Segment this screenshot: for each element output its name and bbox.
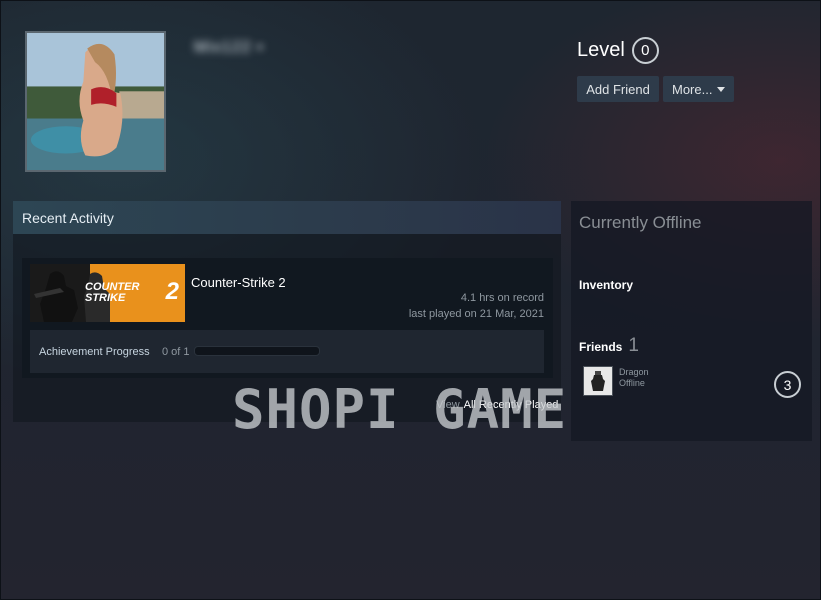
more-label: More... [672,81,713,97]
profile-sidebar: Currently Offline Inventory Friends 1 Dr… [571,201,812,441]
add-friend-button[interactable]: Add Friend [577,76,659,102]
achievement-label: Achievement Progress [39,346,150,358]
avatar-image [27,33,164,170]
add-friend-label: Add Friend [586,81,650,97]
level-label: Level [577,39,625,61]
achievement-count: 0 of 1 [162,346,190,358]
caret-down-icon [717,86,726,92]
watermark: SHOPI GAME [232,378,568,441]
friends-link[interactable]: Friends 1 [579,335,639,357]
game-name-link[interactable]: Counter-Strike 2 [191,275,286,290]
inventory-link[interactable]: Inventory [579,278,633,292]
profile-level: Level 0 [577,37,659,64]
friends-count: 1 [628,335,639,356]
persona-name: Mix122 ▪ [194,39,264,56]
level-badge[interactable]: 0 [631,37,659,64]
friend-avatar-image [584,367,612,395]
recent-activity-header: Recent Activity [13,201,561,234]
profile-page: Mix122 ▪ Level 0 Add Friend More... Rece… [0,0,821,600]
friend-avatar[interactable] [583,366,613,396]
online-status: Currently Offline [579,213,702,232]
friends-label: Friends [579,340,623,354]
friend-name[interactable]: Dragon [619,367,649,377]
profile-avatar [25,31,166,172]
achievement-progress-bar [194,346,320,356]
hours-on-record: 4.1 hrs on record [460,292,544,304]
last-played: last played on 21 Mar, 2021 [408,308,544,320]
friend-status: Offline [619,378,645,388]
more-button[interactable]: More... [663,76,734,102]
recent-game-card: COUNTER STRIKE 2 Counter-Strike 2 4.1 hr… [22,258,553,378]
capsule-number: 2 [165,278,179,305]
capsule-logo-text: COUNTER STRIKE [85,281,140,304]
achievement-progress-row[interactable]: Achievement Progress 0 of 1 [30,330,544,373]
more-friends-badge[interactable]: 3 [774,371,801,398]
game-capsule[interactable]: COUNTER STRIKE 2 [30,264,185,322]
